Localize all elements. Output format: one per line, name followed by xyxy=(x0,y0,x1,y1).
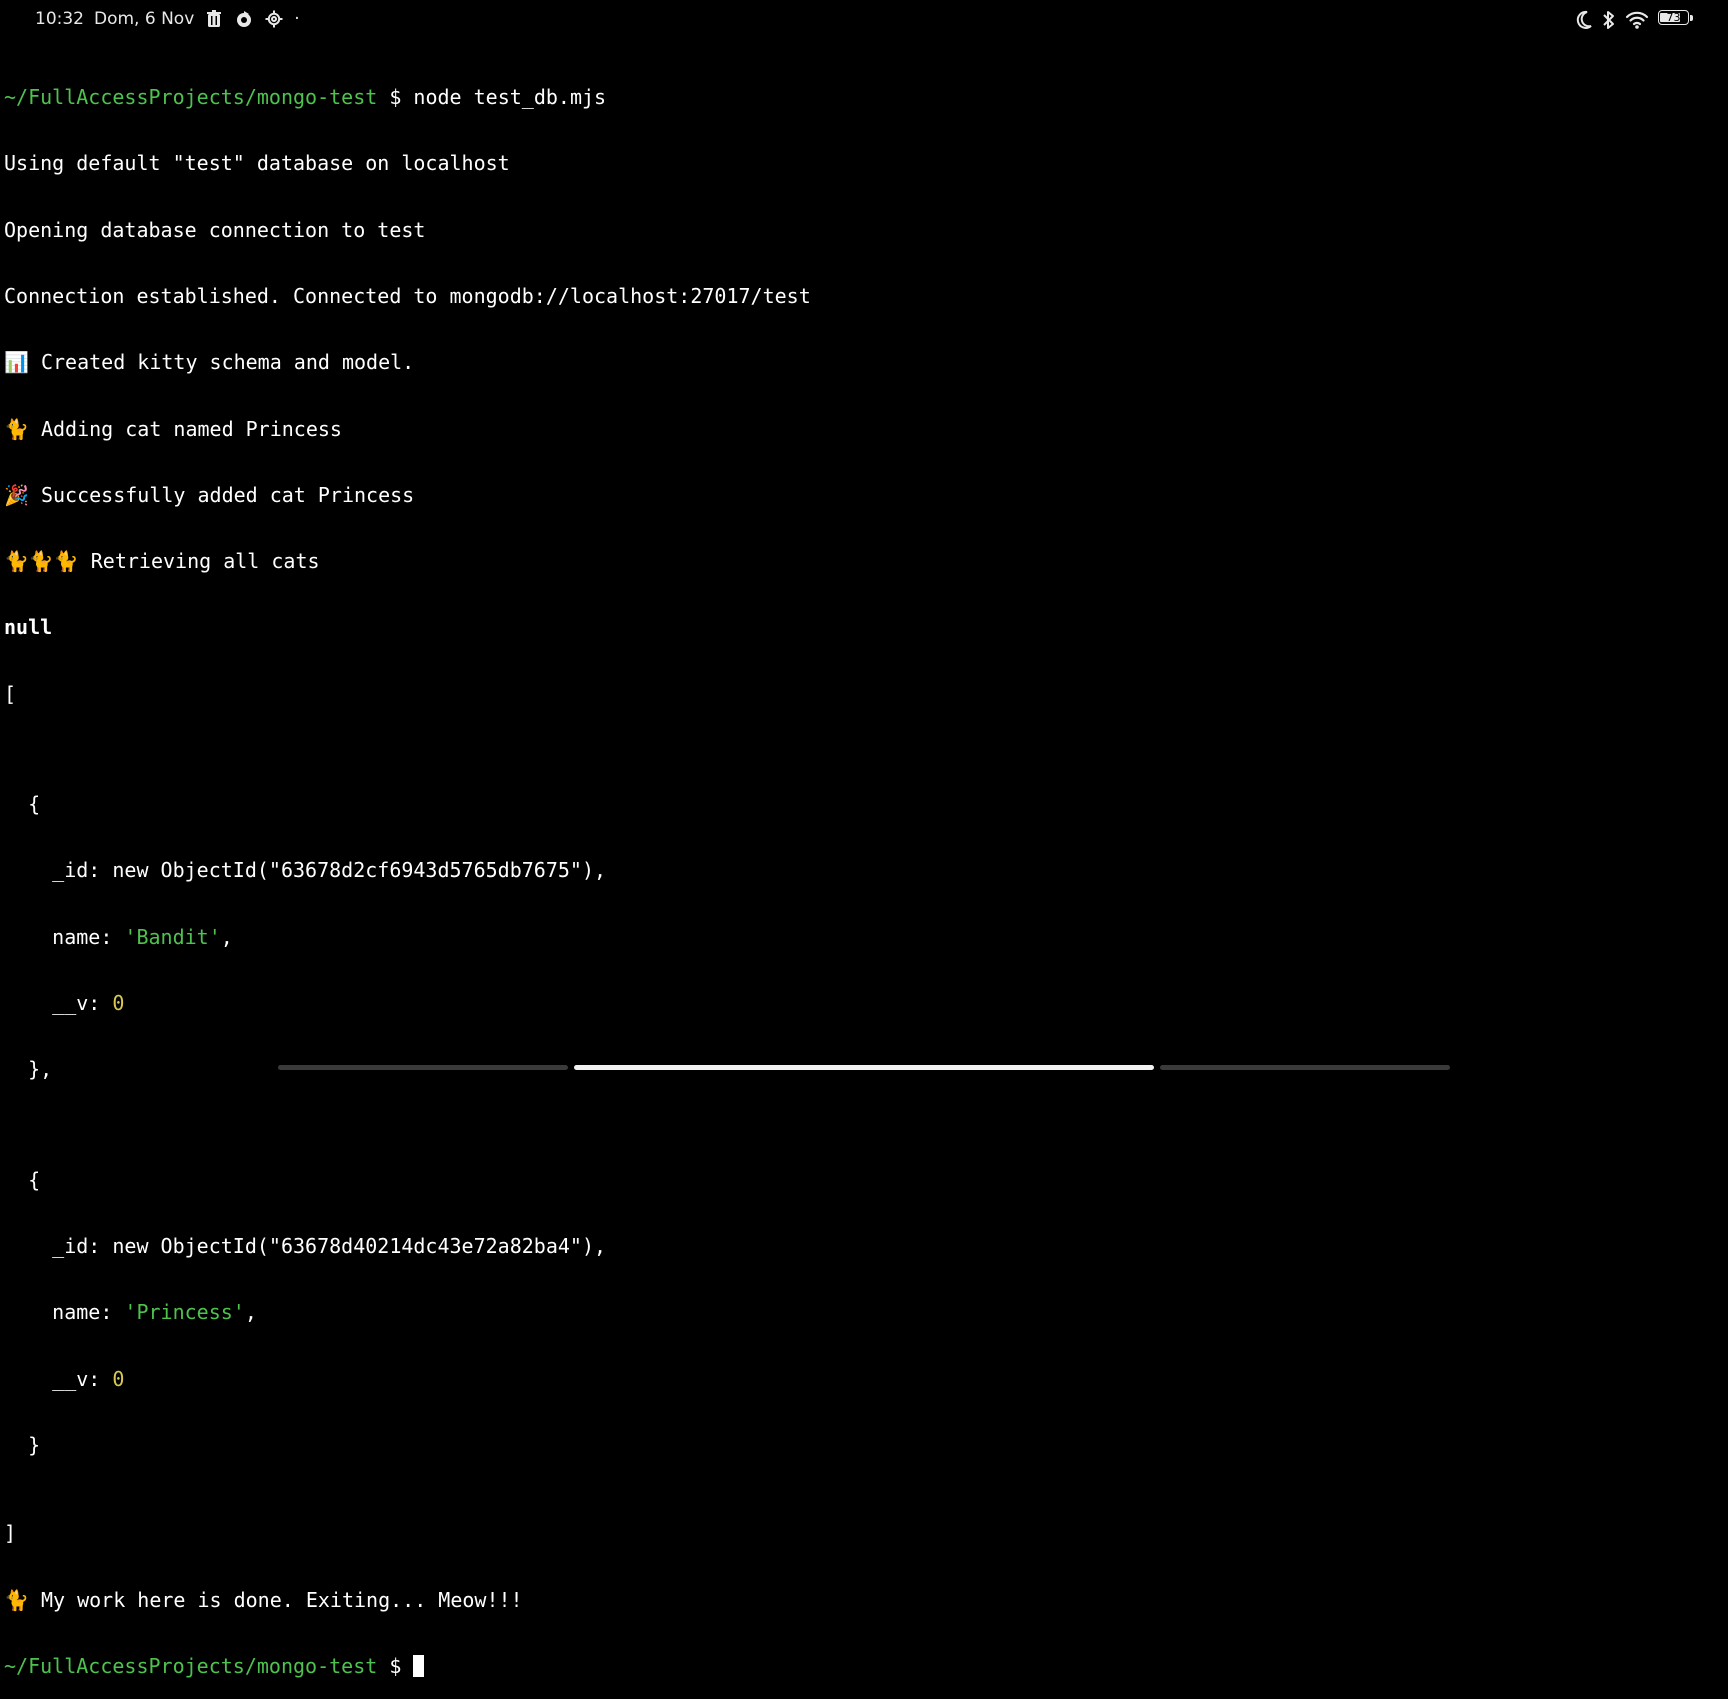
cat-emoji: 🐈 xyxy=(4,416,29,441)
record-version: __v: 0 xyxy=(4,1366,125,1391)
output-line: 📊 Created kitty schema and model. xyxy=(4,350,415,375)
array-close: ] xyxy=(4,1521,17,1546)
record-close: } xyxy=(4,1432,41,1457)
output-line: Opening database connection to test xyxy=(4,217,426,242)
status-bar-left: 10:32 Dom, 6 Nov · xyxy=(35,9,300,29)
wifi-icon xyxy=(1625,9,1649,31)
party-emoji: 🎉 xyxy=(4,482,29,507)
settings-icon xyxy=(264,9,284,29)
prompt-symbol: $ xyxy=(389,1653,402,1678)
chart-emoji: 📊 xyxy=(4,350,29,375)
record-id: _id: new ObjectId("63678d2cf6943d5765db7… xyxy=(4,858,607,883)
text-cursor[interactable] xyxy=(413,1654,425,1677)
output-line: 🎉 Successfully added cat Princess xyxy=(4,482,415,507)
record-version-value: 0 xyxy=(112,991,125,1016)
moon-icon xyxy=(1575,9,1593,31)
status-bar-right: 73 xyxy=(1575,9,1694,31)
home-gesture-handle[interactable] xyxy=(574,1065,1154,1070)
clock-date: Dom, 6 Nov xyxy=(94,9,195,29)
prompt-symbol: $ xyxy=(389,85,402,110)
array-open: [ xyxy=(4,681,17,706)
record-name-value: 'Princess' xyxy=(124,1300,245,1325)
sync-icon xyxy=(234,9,254,29)
output-line: 🐈🐈🐈 Retrieving all cats xyxy=(4,549,320,574)
prompt-path: ~/FullAccessProjects/mongo-test xyxy=(4,85,378,110)
command-text: node test_db.mjs xyxy=(413,85,607,110)
record-name-value: 'Bandit' xyxy=(124,924,221,949)
command-line: ~/FullAccessProjects/mongo-test $ node t… xyxy=(4,86,811,108)
record-name: name: 'Princess', xyxy=(4,1300,257,1325)
cats-emoji: 🐈🐈🐈 xyxy=(4,549,79,574)
terminal-output[interactable]: ~/FullAccessProjects/mongo-test $ node t… xyxy=(4,42,811,1699)
output-line: Connection established. Connected to mon… xyxy=(4,284,811,309)
record-id: _id: new ObjectId("63678d40214dc43e72a82… xyxy=(4,1234,607,1259)
status-bar: 10:32 Dom, 6 Nov · 73 xyxy=(0,0,1728,40)
output-line: 🐈 Adding cat named Princess xyxy=(4,416,342,441)
record-version-value: 0 xyxy=(112,1366,125,1391)
output-line: 🐈 My work here is done. Exiting... Meow!… xyxy=(4,1587,523,1612)
nav-left-handle[interactable] xyxy=(278,1065,568,1070)
bluetooth-icon xyxy=(1602,9,1616,31)
null-output: null xyxy=(4,615,53,640)
battery-percentage: 73 xyxy=(1666,11,1681,24)
output-line: Using default "test" database on localho… xyxy=(4,151,510,176)
navigation-bar xyxy=(0,1056,1728,1080)
clock-time: 10:32 xyxy=(35,9,84,29)
record-name: name: 'Bandit', xyxy=(4,924,233,949)
cat-emoji: 🐈 xyxy=(4,1587,29,1612)
trash-icon xyxy=(204,9,224,29)
record-open: { xyxy=(4,792,41,817)
record-version: __v: 0 xyxy=(4,991,125,1016)
prompt-path: ~/FullAccessProjects/mongo-test xyxy=(4,1653,378,1678)
battery-icon: 73 xyxy=(1658,9,1694,31)
current-prompt-line[interactable]: ~/FullAccessProjects/mongo-test $ xyxy=(4,1655,811,1677)
record-open: { xyxy=(4,1167,41,1192)
nav-right-handle[interactable] xyxy=(1160,1065,1450,1070)
notification-dot: · xyxy=(294,9,300,29)
